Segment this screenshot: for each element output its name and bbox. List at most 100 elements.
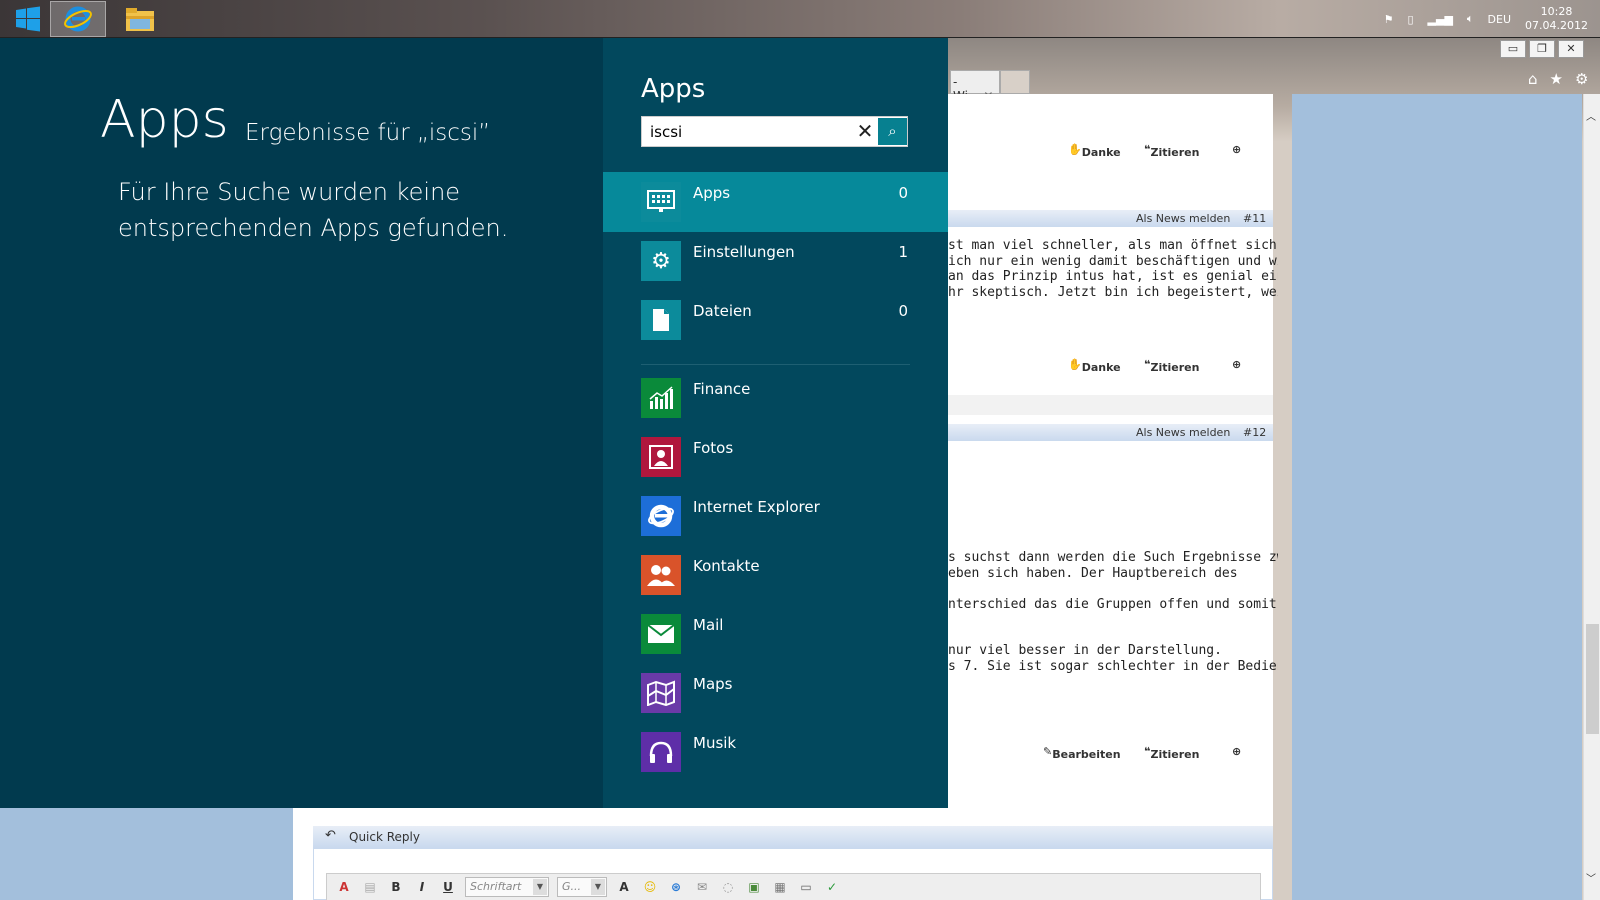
quote-icon[interactable]: ▭ <box>797 880 815 894</box>
report-news-link[interactable]: Als News melden <box>1136 426 1230 439</box>
document-icon <box>641 300 681 340</box>
email-icon[interactable]: ✉ <box>693 880 711 894</box>
paste-icon[interactable]: ▤ <box>361 880 379 894</box>
gear-icon[interactable]: ⚙ <box>1575 70 1588 88</box>
internet-explorer-icon <box>64 6 92 32</box>
font-family-select[interactable]: Schriftart ▼ <box>465 877 549 897</box>
search-app-contacts[interactable]: Kontakte <box>603 545 948 605</box>
post-number[interactable]: #11 <box>1243 212 1266 225</box>
start-button[interactable] <box>0 1 56 37</box>
search-input[interactable] <box>650 121 850 143</box>
quote-button[interactable]: ❝ Zitieren <box>1144 745 1199 761</box>
quick-reply-label: Quick Reply <box>349 830 420 844</box>
browser-tab[interactable]: - Wi...✕ <box>950 70 1000 103</box>
restore-button[interactable]: ❐ <box>1529 40 1555 58</box>
scroll-down-icon[interactable]: ﹀ <box>1586 870 1596 885</box>
font-size-select[interactable]: G... ▼ <box>557 877 607 897</box>
category-count: 1 <box>898 243 908 261</box>
map-icon <box>641 673 681 713</box>
spellcheck-icon[interactable]: ✓ <box>823 880 841 894</box>
font-color-icon[interactable]: A <box>615 880 633 894</box>
search-category-settings[interactable]: ⚙ Einstellungen 1 <box>603 231 948 291</box>
taskbar-file-explorer[interactable] <box>112 1 168 37</box>
post-separator <box>948 395 1273 415</box>
battery-icon[interactable]: ▯ <box>1407 13 1413 26</box>
page-background-left <box>0 808 293 900</box>
favorites-star-icon[interactable]: ★ <box>1550 70 1563 88</box>
italic-button[interactable]: I <box>413 880 431 894</box>
windows-logo-icon <box>16 6 40 32</box>
font-family-value: Schriftart <box>470 880 522 893</box>
editor-toolbar: A ▤ B I U Schriftart ▼ G... ▼ A ☺ ⊛ ✉ ◌ ▣ … <box>326 873 1261 900</box>
search-app-finance[interactable]: Finance <box>603 368 948 428</box>
new-tab-button[interactable] <box>1000 70 1030 94</box>
post-actions: ✋ Danke ❝ Zitieren ⊕ <box>948 355 1273 375</box>
scroll-thumb[interactable] <box>1586 624 1599 734</box>
internet-explorer-icon <box>641 496 681 536</box>
gear-icon: ⚙ <box>641 241 681 281</box>
search-app-internet-explorer[interactable]: Internet Explorer <box>603 486 948 546</box>
search-app-maps[interactable]: Maps <box>603 663 948 723</box>
app-label: Musik <box>693 734 737 752</box>
no-results-message: Für Ihre Suche wurden keine entsprechend… <box>118 178 509 242</box>
report-news-link[interactable]: Als News melden <box>1136 212 1230 225</box>
page-background-right <box>1292 94 1582 900</box>
search-category-apps[interactable]: Apps 0 <box>603 172 948 232</box>
thanks-label: Danke <box>1081 146 1121 159</box>
mail-icon <box>641 614 681 654</box>
flag-icon[interactable]: ⚑ <box>1384 13 1394 26</box>
taskbar: ⚑ ▯ ▂▄▆ 🔈︎ DEU 10:28 07.04.2012 <box>0 0 1600 38</box>
link-icon[interactable]: ⊛ <box>667 880 685 894</box>
results-title: Apps <box>100 90 229 150</box>
category-count: 0 <box>898 302 908 320</box>
volume-icon[interactable]: 🔈︎ <box>1467 12 1474 26</box>
scroll-up-icon[interactable]: ︿ <box>1586 108 1596 123</box>
smiley-icon[interactable]: ☺ <box>641 880 659 894</box>
image-icon[interactable]: ▣ <box>745 880 763 894</box>
page-scrollbar[interactable]: ︿ ﹀ <box>1583 94 1600 900</box>
multiquote-icon[interactable]: ⊕ <box>1232 143 1241 156</box>
app-label: Maps <box>693 675 733 693</box>
thanks-button[interactable]: ✋ Danke <box>1068 358 1121 374</box>
edit-label: Bearbeiten <box>1052 748 1121 761</box>
headphones-icon <box>641 732 681 772</box>
search-app-music[interactable]: Musik <box>603 722 948 782</box>
app-label: Internet Explorer <box>693 498 820 516</box>
chevron-down-icon: ▼ <box>533 879 547 895</box>
browser-nav-icons: ⌂ ★ ⚙ <box>1528 70 1588 88</box>
system-tray: ⚑ ▯ ▂▄▆ 🔈︎ DEU 10:28 07.04.2012 <box>1384 0 1588 38</box>
search-icon[interactable]: ⌕ <box>878 118 907 145</box>
thanks-button[interactable]: ✋ Danke <box>1068 143 1121 159</box>
taskbar-internet-explorer[interactable] <box>50 1 106 37</box>
multiquote-icon[interactable]: ⊕ <box>1232 745 1241 758</box>
edit-button[interactable]: ✎ Bearbeiten <box>1043 745 1121 761</box>
signal-icon[interactable]: ▂▄▆ <box>1428 13 1453 26</box>
language-indicator[interactable]: DEU <box>1488 13 1511 26</box>
home-icon[interactable]: ⌂ <box>1528 70 1538 88</box>
quick-reply-header: ↶ Quick Reply <box>313 826 1273 848</box>
unlink-icon[interactable]: ◌ <box>719 880 737 894</box>
category-count: 0 <box>898 184 908 202</box>
remove-format-icon[interactable]: A <box>335 880 353 894</box>
minimize-button[interactable]: ▭ <box>1500 40 1526 58</box>
close-button[interactable]: ✕ <box>1558 40 1584 58</box>
quote-label: Zitieren <box>1150 146 1200 159</box>
multiquote-icon[interactable]: ⊕ <box>1232 358 1241 371</box>
search-category-files[interactable]: Dateien 0 <box>603 290 948 350</box>
video-icon[interactable]: ▦ <box>771 880 789 894</box>
quote-label: Zitieren <box>1150 748 1200 761</box>
search-app-mail[interactable]: Mail <box>603 604 948 664</box>
quote-button[interactable]: ❝ Zitieren <box>1144 143 1199 159</box>
category-label: Einstellungen <box>693 243 795 261</box>
font-size-value: G... <box>562 880 582 893</box>
clear-search-icon[interactable]: ✕ <box>850 117 880 146</box>
apps-grid-icon <box>641 182 681 222</box>
search-app-photos[interactable]: Fotos <box>603 427 948 487</box>
quote-button[interactable]: ❝ Zitieren <box>1144 358 1199 374</box>
app-label: Finance <box>693 380 751 398</box>
underline-button[interactable]: U <box>439 880 457 894</box>
app-label: Kontakte <box>693 557 760 575</box>
post-number[interactable]: #12 <box>1243 426 1266 439</box>
clock[interactable]: 10:28 07.04.2012 <box>1525 5 1588 33</box>
bold-button[interactable]: B <box>387 880 405 894</box>
